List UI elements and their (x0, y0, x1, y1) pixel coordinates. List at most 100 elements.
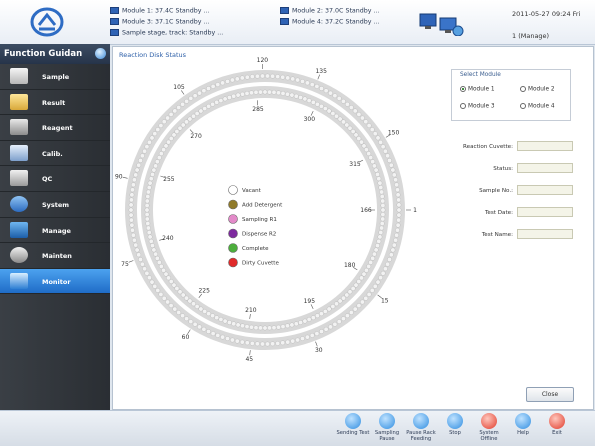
outer-cuvette[interactable] (341, 99, 345, 103)
inner-cuvette[interactable] (232, 322, 236, 326)
outer-cuvette[interactable] (305, 335, 309, 339)
outer-cuvette[interactable] (129, 213, 133, 217)
outer-cuvette[interactable] (129, 198, 133, 202)
outer-cuvette[interactable] (376, 136, 380, 140)
outer-cuvette[interactable] (240, 340, 244, 344)
outer-cuvette[interactable] (393, 238, 397, 242)
outer-cuvette[interactable] (333, 322, 337, 326)
inner-cuvette[interactable] (157, 155, 161, 159)
inner-cuvette[interactable] (203, 106, 207, 110)
sidebar-item-maintenance[interactable]: Mainten (0, 243, 110, 269)
outer-cuvette[interactable] (270, 74, 274, 78)
inner-cuvette[interactable] (145, 212, 149, 216)
outer-cuvette[interactable] (378, 276, 382, 280)
sidebar-item-qc[interactable]: QC (0, 166, 110, 192)
inner-cuvette[interactable] (285, 92, 289, 96)
outer-cuvette[interactable] (137, 253, 141, 257)
outer-cuvette[interactable] (132, 178, 136, 182)
outer-cuvette[interactable] (305, 81, 309, 85)
inner-cuvette[interactable] (290, 323, 294, 327)
outer-cuvette[interactable] (387, 257, 391, 261)
inner-cuvette[interactable] (327, 109, 331, 113)
outer-cuvette[interactable] (169, 112, 173, 116)
inner-cuvette[interactable] (150, 243, 154, 247)
outer-cuvette[interactable] (392, 173, 396, 177)
inner-cuvette[interactable] (298, 320, 302, 324)
outer-cuvette[interactable] (177, 105, 181, 109)
outer-cuvette[interactable] (230, 78, 234, 82)
inner-cuvette[interactable] (146, 226, 150, 230)
outer-cuvette[interactable] (281, 341, 285, 345)
inner-cuvette[interactable] (372, 252, 376, 256)
outer-cuvette[interactable] (202, 89, 206, 93)
outer-cuvette[interactable] (211, 84, 215, 88)
outer-cuvette[interactable] (193, 94, 197, 98)
outer-cuvette[interactable] (300, 79, 304, 83)
inner-cuvette[interactable] (164, 144, 168, 148)
outer-cuvette[interactable] (265, 74, 269, 78)
outer-cuvette[interactable] (165, 116, 169, 120)
inner-cuvette[interactable] (263, 90, 267, 94)
outer-cuvette[interactable] (240, 76, 244, 80)
inner-cuvette[interactable] (369, 260, 373, 264)
outer-cuvette[interactable] (142, 267, 146, 271)
outer-cuvette[interactable] (353, 307, 357, 311)
inner-cuvette[interactable] (195, 111, 199, 115)
sidebar-item-monitor[interactable]: Monitor (0, 269, 110, 295)
inner-cuvette[interactable] (378, 181, 382, 185)
inner-cuvette[interactable] (254, 90, 258, 94)
inner-cuvette[interactable] (146, 194, 150, 198)
outer-cuvette[interactable] (381, 271, 385, 275)
inner-cuvette[interactable] (381, 217, 385, 221)
inner-cuvette[interactable] (319, 104, 323, 108)
outer-cuvette[interactable] (225, 336, 229, 340)
outer-cuvette[interactable] (153, 132, 157, 136)
outer-cuvette[interactable] (370, 127, 374, 131)
inner-cuvette[interactable] (210, 314, 214, 318)
inner-cuvette[interactable] (249, 91, 253, 95)
outer-cuvette[interactable] (295, 338, 299, 342)
inner-cuvette[interactable] (374, 168, 378, 172)
outer-cuvette[interactable] (250, 74, 254, 78)
inner-cuvette[interactable] (249, 325, 253, 329)
sidebar-item-reagent[interactable]: Reagent (0, 115, 110, 141)
outer-cuvette[interactable] (370, 288, 374, 292)
outer-cuvette[interactable] (315, 84, 319, 88)
inner-cuvette[interactable] (159, 151, 163, 155)
outer-cuvette[interactable] (130, 228, 134, 232)
inner-cuvette[interactable] (148, 235, 152, 239)
inner-cuvette[interactable] (377, 177, 381, 181)
outer-cuvette[interactable] (138, 257, 142, 261)
outer-cuvette[interactable] (220, 81, 224, 85)
outer-cuvette[interactable] (225, 79, 229, 83)
inner-cuvette[interactable] (276, 91, 280, 95)
outer-cuvette[interactable] (337, 96, 341, 100)
outer-cuvette[interactable] (216, 82, 220, 86)
inner-cuvette[interactable] (148, 181, 152, 185)
inner-cuvette[interactable] (272, 90, 276, 94)
module-4-radio[interactable]: Module 4 (520, 103, 555, 110)
inner-cuvette[interactable] (227, 320, 231, 324)
inner-cuvette[interactable] (215, 100, 219, 104)
outer-cuvette[interactable] (383, 267, 387, 271)
outer-cuvette[interactable] (162, 296, 166, 300)
inner-cuvette[interactable] (378, 235, 382, 239)
outer-cuvette[interactable] (245, 341, 249, 345)
outer-cuvette[interactable] (394, 233, 398, 237)
outer-cuvette[interactable] (129, 208, 133, 212)
outer-cuvette[interactable] (140, 154, 144, 158)
outer-cuvette[interactable] (341, 317, 345, 321)
outer-cuvette[interactable] (165, 300, 169, 304)
inner-cuvette[interactable] (227, 95, 231, 99)
sample-no-field[interactable] (517, 185, 573, 195)
outer-cuvette[interactable] (383, 149, 387, 153)
outer-cuvette[interactable] (276, 74, 280, 78)
outer-cuvette[interactable] (211, 331, 215, 335)
inner-cuvette[interactable] (147, 185, 151, 189)
inner-cuvette[interactable] (145, 217, 149, 221)
outer-cuvette[interactable] (220, 335, 224, 339)
outer-cuvette[interactable] (357, 112, 361, 116)
outer-cuvette[interactable] (270, 342, 274, 346)
inner-cuvette[interactable] (369, 155, 373, 159)
inner-cuvette[interactable] (166, 276, 170, 280)
